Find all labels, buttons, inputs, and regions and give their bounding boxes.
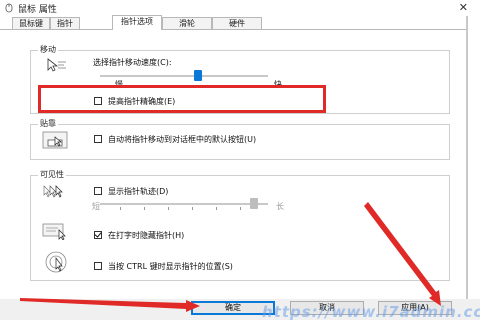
snap-group-title: 贴靠 [38, 118, 58, 129]
show-ctrl-location-checkbox[interactable] [94, 262, 102, 270]
trail-tick [192, 207, 193, 210]
show-ctrl-location-label: 当按 CTRL 键时显示指针的位置(S) [108, 262, 233, 271]
hide-while-typing-label: 在打字时隐藏指针(H) [108, 231, 185, 240]
trail-tick [144, 207, 145, 210]
pointer-trails-label: 显示指针轨迹(D) [108, 187, 169, 196]
trail-length-slider-thumb [250, 198, 258, 209]
pointer-speed-icon [47, 58, 66, 72]
trail-tick [168, 207, 169, 210]
trail-tick [120, 207, 121, 210]
tab-pointers[interactable]: 指针 [50, 17, 80, 29]
trail-short-label: 短 [92, 202, 100, 211]
mouse-icon [5, 3, 13, 13]
snap-to-default-label: 自动将指针移动到对话框中的默认按钮(U) [108, 135, 257, 144]
speed-slider-track [100, 75, 268, 77]
trail-tick [216, 207, 217, 210]
watermark-text: https://www.i7admin.cc [262, 303, 480, 320]
dialog-right-edge [466, 16, 468, 316]
motion-group-title: 移动 [38, 44, 58, 55]
trail-length-slider-track [100, 203, 268, 205]
window-title: 鼠标 属性 [18, 5, 57, 15]
snap-to-icon [42, 131, 68, 149]
visibility-group-title: 可见性 [38, 169, 66, 180]
trail-tick [240, 207, 241, 210]
visibility-group [30, 175, 450, 281]
tab-mouse-buttons[interactable]: 鼠标键 [12, 17, 50, 29]
mouse-properties-dialog: 鼠标 属性 ✕ 鼠标键 指针 指针选项 滑轮 硬件 移动 选择指针移动速度(C)… [0, 0, 480, 320]
snap-to-default-checkbox[interactable] [94, 135, 102, 143]
speed-slider-thumb[interactable] [194, 70, 202, 81]
pointer-trails-icon [43, 185, 63, 198]
tab-hardware[interactable]: 硬件 [212, 17, 262, 29]
tab-wheel[interactable]: 滑轮 [162, 17, 212, 29]
speed-label: 选择指针移动速度(C): [93, 58, 172, 67]
title-bar [0, 0, 480, 16]
trail-long-label: 长 [276, 202, 284, 211]
hide-pointer-typing-icon [42, 223, 66, 240]
hide-while-typing-checkbox[interactable] [94, 231, 102, 239]
red-highlight-box [38, 85, 326, 113]
show-location-icon [45, 251, 67, 273]
pointer-trails-checkbox[interactable] [94, 187, 102, 195]
tab-pointer-options[interactable]: 指针选项 [112, 15, 162, 30]
close-icon[interactable]: ✕ [459, 1, 468, 14]
